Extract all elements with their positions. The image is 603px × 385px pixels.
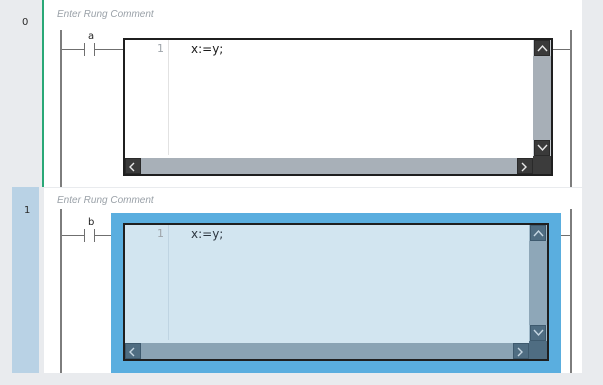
- wire-segment: [95, 235, 111, 236]
- right-power-rail: [570, 209, 572, 374]
- vertical-scrollbar[interactable]: [529, 225, 547, 341]
- rung-number-column: 0: [0, 0, 38, 187]
- left-power-rail: [60, 30, 62, 187]
- rung-1[interactable]: 1 Enter Rung Comment b 1 x:=y;: [0, 187, 582, 374]
- chevron-left-icon[interactable]: [125, 158, 141, 174]
- contact-left-bar: [84, 229, 85, 242]
- rung-comment-field[interactable]: Enter Rung Comment: [57, 195, 154, 206]
- contact-label: a: [88, 31, 95, 42]
- vertical-scrollbar[interactable]: [533, 40, 551, 156]
- chevron-right-icon[interactable]: [517, 158, 533, 174]
- rung-number-column: 1: [12, 187, 39, 373]
- scrollbar-corner: [529, 341, 547, 359]
- rung-0[interactable]: 0 Enter Rung Comment a 1 x:=y;: [0, 0, 582, 187]
- scrollbar-corner: [533, 156, 551, 174]
- vertical-scroll-thumb[interactable]: [533, 56, 551, 140]
- line-number: 1: [157, 227, 164, 240]
- line-number: 1: [157, 42, 164, 55]
- rung-body: Enter Rung Comment a 1 x:=y;: [44, 0, 582, 187]
- rung-number: 0: [22, 17, 29, 28]
- contact-label: b: [88, 217, 95, 228]
- st-editor-box[interactable]: 1 x:=y;: [123, 223, 549, 361]
- wire-segment: [62, 235, 84, 236]
- wire-segment: [553, 49, 570, 50]
- contact-left-bar: [84, 43, 85, 56]
- wire-segment: [62, 49, 84, 50]
- chevron-down-icon[interactable]: [534, 140, 550, 156]
- chevron-right-icon[interactable]: [513, 343, 529, 359]
- line-number-gutter: 1: [125, 225, 169, 340]
- chevron-left-icon[interactable]: [125, 343, 141, 359]
- right-power-rail: [570, 30, 572, 187]
- rung-body: Enter Rung Comment b 1 x:=y;: [44, 188, 582, 374]
- vertical-scroll-thumb[interactable]: [529, 241, 547, 325]
- horizontal-scrollbar[interactable]: [125, 158, 533, 174]
- chevron-up-icon[interactable]: [534, 40, 550, 56]
- st-editor-box[interactable]: 1 x:=y;: [123, 38, 553, 176]
- ladder-editor-canvas: 0 Enter Rung Comment a 1 x:=y; 1 Enter R…: [0, 0, 603, 385]
- st-code-text[interactable]: x:=y;: [191, 227, 223, 241]
- wire-segment: [561, 235, 570, 236]
- rung-comment-field[interactable]: Enter Rung Comment: [57, 9, 154, 20]
- left-power-rail: [60, 209, 62, 374]
- st-code-text[interactable]: x:=y;: [191, 42, 223, 56]
- rung-number: 1: [24, 205, 31, 216]
- editor-bottom-margin: [0, 373, 603, 385]
- chevron-down-icon[interactable]: [530, 325, 546, 341]
- horizontal-scrollbar[interactable]: [125, 343, 529, 359]
- wire-segment: [95, 49, 123, 50]
- chevron-up-icon[interactable]: [530, 225, 546, 241]
- line-number-gutter: 1: [125, 40, 169, 155]
